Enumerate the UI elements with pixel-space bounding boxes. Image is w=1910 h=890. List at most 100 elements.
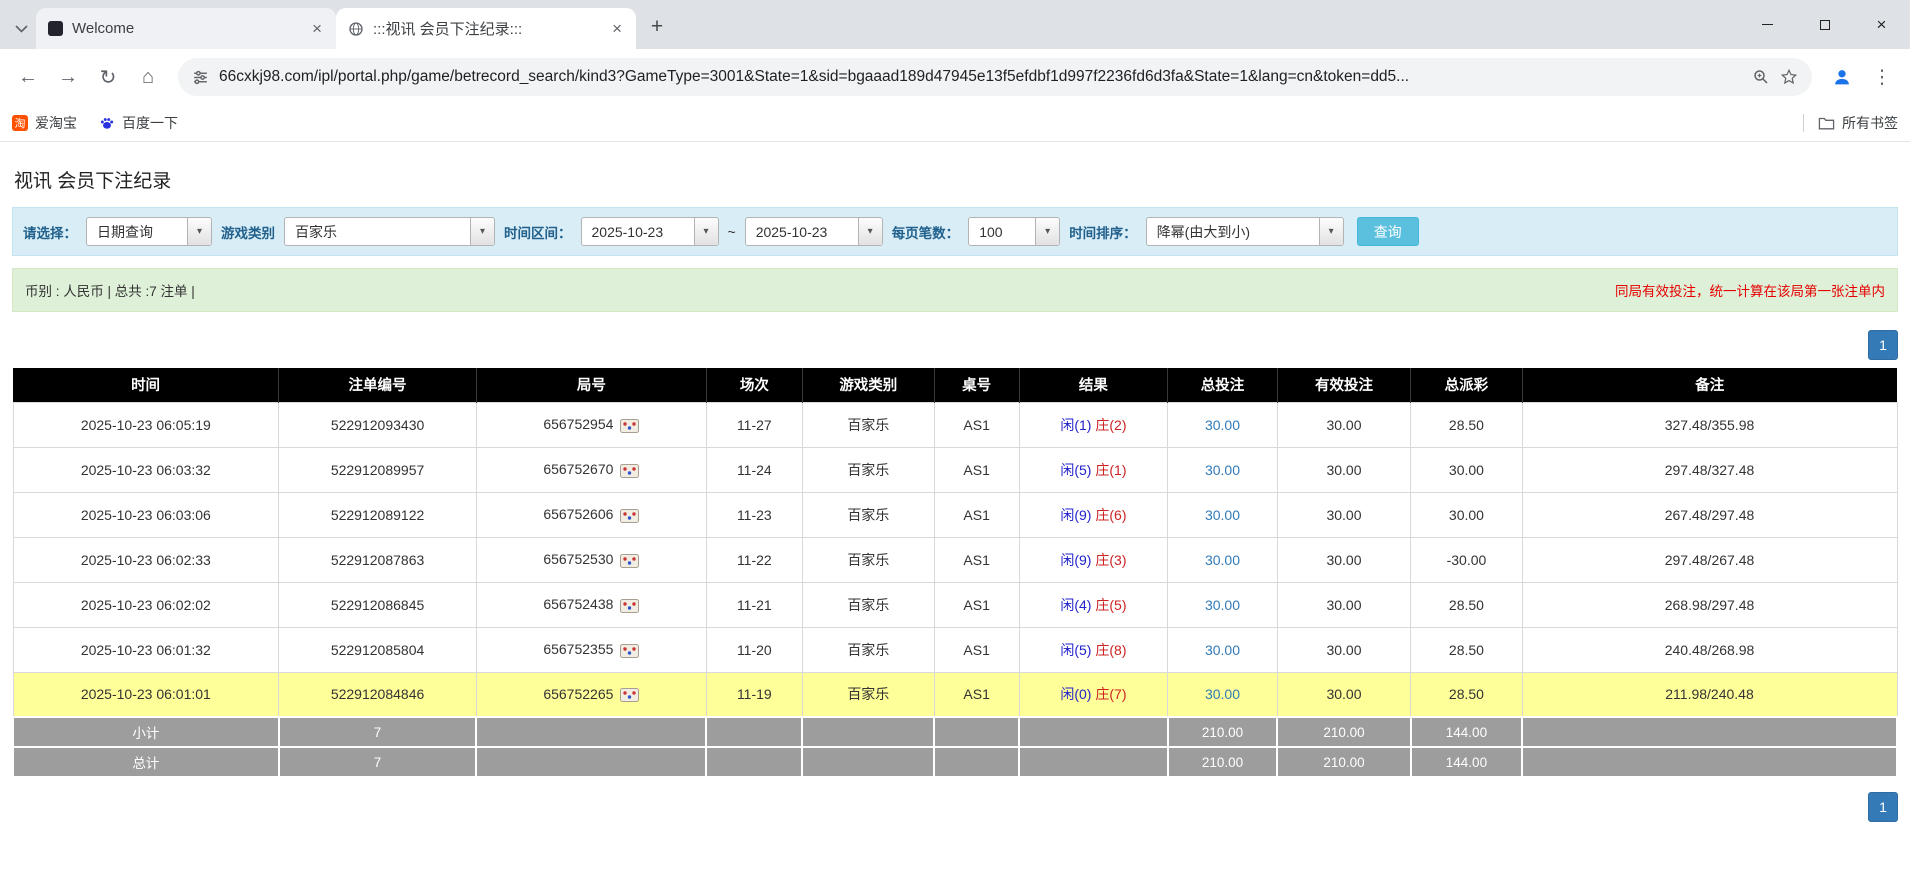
bookmark-star-icon[interactable]: [1780, 68, 1798, 86]
cell-table-no: AS1: [934, 627, 1019, 672]
totals-cell: [706, 717, 802, 747]
total-row: 总计7210.00210.00144.00: [13, 747, 1897, 777]
total-bet-link[interactable]: 30.00: [1205, 507, 1240, 523]
profile-button[interactable]: [1824, 59, 1860, 95]
total-bet-link[interactable]: 30.00: [1205, 417, 1240, 433]
page-number-button[interactable]: 1: [1868, 330, 1898, 360]
totals-cell: 7: [279, 717, 477, 747]
cell-valid-bet: 30.00: [1277, 402, 1411, 447]
date-separator: ~: [728, 224, 736, 240]
cell-payout: 28.50: [1411, 627, 1522, 672]
date-to-value: 2025-10-23: [746, 218, 858, 245]
totals-cell: 144.00: [1411, 747, 1522, 777]
totals-cell: [934, 717, 1019, 747]
cell-table-no: AS1: [934, 492, 1019, 537]
total-bet-link[interactable]: 30.00: [1205, 642, 1240, 658]
total-bet-link[interactable]: 30.00: [1205, 462, 1240, 478]
totals-cell: 7: [279, 747, 477, 777]
browser-tab-welcome[interactable]: Welcome ×: [36, 8, 336, 49]
cell-game-type: 百家乐: [802, 582, 934, 627]
bookmarks-bar: 淘 爱淘宝 百度一下 所有书签: [0, 105, 1910, 142]
table-header-row: 时间 注单编号 局号 场次 游戏类别 桌号 结果 总投注 有效投注 总派彩 备注: [13, 368, 1897, 402]
filter-label-select: 请选择：: [23, 222, 77, 242]
totals-cell: [1522, 717, 1897, 747]
page-size-combobox[interactable]: 100 ▾: [968, 217, 1060, 246]
cell-session: 11-20: [706, 627, 802, 672]
cell-bet-id: 522912084846: [279, 672, 477, 717]
pagination-bottom: 1: [12, 792, 1898, 822]
cell-result: 闲(5) 庄(1): [1019, 447, 1168, 492]
new-tab-button[interactable]: +: [642, 12, 672, 42]
cell-payout: -30.00: [1411, 537, 1522, 582]
refresh-button[interactable]: ↻: [90, 59, 126, 95]
cell-note: 268.98/297.48: [1522, 582, 1897, 627]
player-result: 闲(4): [1060, 597, 1091, 613]
column-header-result: 结果: [1019, 368, 1168, 402]
welcome-favicon-icon: [48, 21, 63, 36]
bookmark-item-aitaobao[interactable]: 淘 爱淘宝: [12, 113, 77, 133]
round-result-icon[interactable]: [620, 644, 639, 658]
bookmarks-separator: [1803, 114, 1804, 132]
bookmark-item-baidu[interactable]: 百度一下: [99, 113, 178, 133]
maximize-button[interactable]: [1796, 0, 1853, 49]
site-info-icon[interactable]: [192, 69, 209, 86]
cell-session: 11-22: [706, 537, 802, 582]
totals-cell: 210.00: [1168, 747, 1277, 777]
address-bar[interactable]: 66cxkj98.com/ipl/portal.php/game/betreco…: [178, 58, 1812, 96]
tab-search-button[interactable]: [6, 11, 36, 45]
zoom-icon[interactable]: [1752, 68, 1770, 86]
minimize-button[interactable]: [1739, 0, 1796, 49]
totals-cell: [802, 747, 934, 777]
chevron-down-icon[interactable]: ▾: [1035, 218, 1059, 245]
all-bookmarks-button[interactable]: 所有书签: [1818, 113, 1898, 133]
date-from-combobox[interactable]: 2025-10-23 ▾: [581, 217, 719, 246]
cell-total-bet: 30.00: [1168, 402, 1277, 447]
query-type-combobox[interactable]: 日期查询 ▾: [86, 217, 212, 246]
page-size-value: 100: [969, 218, 1035, 245]
cell-total-bet: 30.00: [1168, 582, 1277, 627]
close-button[interactable]: ×: [1853, 0, 1910, 49]
chevron-down-icon[interactable]: ▾: [694, 218, 718, 245]
round-result-icon[interactable]: [620, 688, 639, 702]
total-bet-link[interactable]: 30.00: [1205, 597, 1240, 613]
cell-note: 297.48/327.48: [1522, 447, 1897, 492]
browser-menu-button[interactable]: ⋮: [1864, 59, 1900, 95]
round-result-icon[interactable]: [620, 419, 639, 433]
cell-note: 211.98/240.48: [1522, 672, 1897, 717]
sort-order-combobox[interactable]: 降幂(由大到小) ▾: [1146, 217, 1344, 246]
round-id-text: 656752530: [543, 551, 613, 567]
round-result-icon[interactable]: [620, 599, 639, 613]
total-bet-link[interactable]: 30.00: [1205, 686, 1240, 702]
cell-result: 闲(9) 庄(3): [1019, 537, 1168, 582]
total-bet-link[interactable]: 30.00: [1205, 552, 1240, 568]
home-button[interactable]: ⌂: [130, 59, 166, 95]
page-number-button[interactable]: 1: [1868, 792, 1898, 822]
chevron-down-icon[interactable]: ▾: [858, 218, 882, 245]
tab-close-icon[interactable]: ×: [610, 20, 624, 37]
date-to-combobox[interactable]: 2025-10-23 ▾: [745, 217, 883, 246]
chevron-down-icon[interactable]: ▾: [470, 218, 494, 245]
game-type-combobox[interactable]: 百家乐 ▾: [284, 217, 495, 246]
round-result-icon[interactable]: [620, 509, 639, 523]
browser-tab-betrecord[interactable]: :::视讯 会员下注纪录::: ×: [336, 8, 636, 49]
browser-window: Welcome × :::视讯 会员下注纪录::: × + × ← → ↻ ⌂ …: [0, 0, 1910, 142]
round-result-icon[interactable]: [620, 554, 639, 568]
chevron-down-icon[interactable]: ▾: [1319, 218, 1343, 245]
player-result: 闲(5): [1060, 462, 1091, 478]
forward-button[interactable]: →: [50, 59, 86, 95]
search-button[interactable]: 查询: [1357, 217, 1419, 246]
totals-cell: [1019, 717, 1168, 747]
back-button[interactable]: ←: [10, 59, 46, 95]
pagination-top: 1: [12, 330, 1898, 360]
totals-cell: 144.00: [1411, 717, 1522, 747]
chevron-down-icon[interactable]: ▾: [187, 218, 211, 245]
round-id-text: 656752438: [543, 596, 613, 612]
query-type-value: 日期查询: [87, 218, 187, 245]
tab-close-icon[interactable]: ×: [310, 20, 324, 37]
totals-cell: [934, 747, 1019, 777]
round-result-icon[interactable]: [620, 464, 639, 478]
cell-total-bet: 30.00: [1168, 627, 1277, 672]
cell-table-no: AS1: [934, 537, 1019, 582]
cell-bet-id: 522912089122: [279, 492, 477, 537]
round-id-text: 656752954: [543, 416, 613, 432]
